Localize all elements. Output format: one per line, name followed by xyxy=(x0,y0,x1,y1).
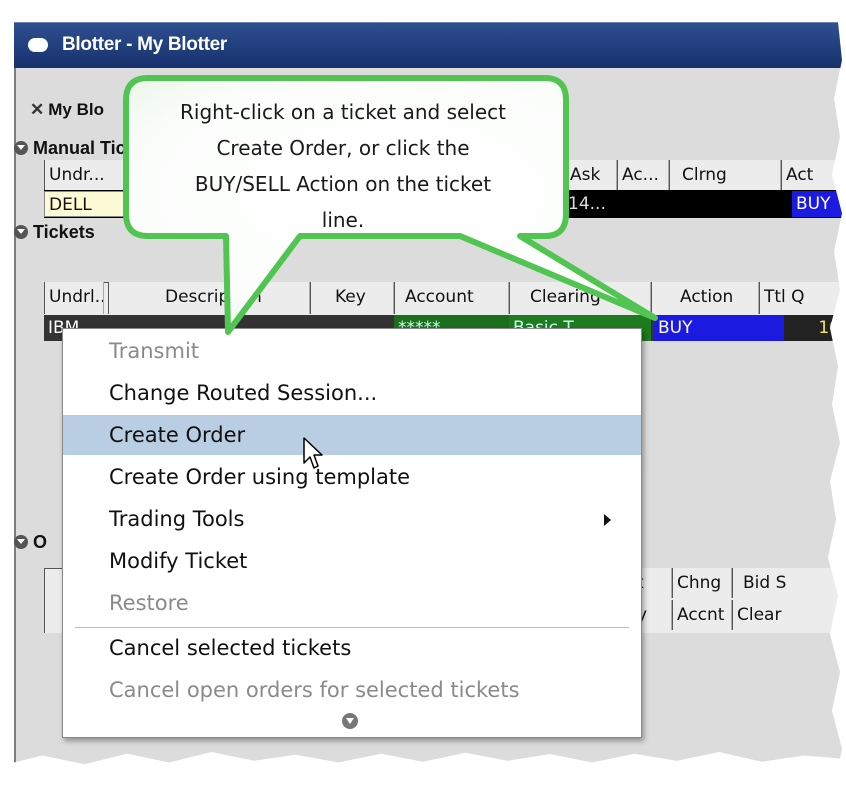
menu-item-transmit[interactable]: Transmit xyxy=(63,331,641,371)
col-header[interactable]: Bid S xyxy=(732,568,846,598)
callout-text: Right-click on a ticket and select Creat… xyxy=(128,94,558,238)
callout-line: BUY/SELL Action on the ticket xyxy=(194,172,492,196)
menu-item-cancel-open-orders[interactable]: Cancel open orders for selected tickets xyxy=(63,670,641,710)
col-header[interactable]: Undrl... xyxy=(44,282,104,314)
callout-line: Create Order, or click the xyxy=(216,136,470,160)
window-title: Blotter - My Blotter xyxy=(62,34,228,55)
col-header[interactable]: Ttl Q xyxy=(759,282,846,314)
col-header[interactable]: Undr... xyxy=(44,160,125,190)
col-header[interactable]: Clearing xyxy=(509,282,651,314)
menu-item-change-routed-session[interactable]: Change Routed Session... xyxy=(63,373,641,413)
col-header[interactable]: Action xyxy=(651,282,759,314)
collapse-icon[interactable] xyxy=(14,225,28,239)
callout-line: Right-click on a ticket and select xyxy=(180,100,506,124)
tab-label: My Blo xyxy=(48,100,104,119)
section-label: O xyxy=(33,532,48,552)
table-cell[interactable]: DELL xyxy=(44,191,124,217)
close-tab-icon[interactable]: ✕ xyxy=(30,100,44,119)
menu-item-modify-ticket[interactable]: Modify Ticket xyxy=(63,541,641,581)
section-label: Tickets xyxy=(33,222,95,242)
mouse-pointer-icon xyxy=(303,437,323,469)
screenshot: Blotter - My Blotter ✕ My Blo Manual Tick… xyxy=(0,0,846,787)
section-orders[interactable]: O xyxy=(14,532,47,556)
menu-item-create-order[interactable]: Create Order xyxy=(63,415,641,455)
app-icon xyxy=(28,38,48,52)
col-header[interactable]: Ask xyxy=(565,160,617,190)
window-titlebar[interactable]: Blotter - My Blotter xyxy=(14,22,846,69)
col-header[interactable]: Clrng xyxy=(669,160,781,190)
col-header[interactable]: Chng xyxy=(672,568,732,598)
table-cell[interactable]: 14... xyxy=(564,191,619,217)
collapse-icon[interactable] xyxy=(14,535,28,549)
col-header[interactable]: Account xyxy=(394,282,509,314)
menu-item-cancel-selected-tickets[interactable]: Cancel selected tickets xyxy=(63,628,641,668)
more-items-icon[interactable] xyxy=(342,713,358,729)
col-header[interactable]: Key xyxy=(310,282,394,314)
buy-action-cell[interactable]: BUY xyxy=(654,315,784,341)
col-header[interactable]: Description xyxy=(108,282,310,314)
tab-my-blotter[interactable]: ✕ My Blo xyxy=(30,100,104,126)
menu-item-restore[interactable]: Restore xyxy=(63,583,641,623)
menu-item-label: Trading Tools xyxy=(109,507,245,531)
left-margin xyxy=(0,22,14,787)
collapse-icon[interactable] xyxy=(14,141,28,155)
menu-item-trading-tools[interactable]: Trading Tools xyxy=(63,499,641,539)
context-menu: Transmit Change Routed Session... Create… xyxy=(62,328,642,738)
col-header[interactable]: Clear xyxy=(732,600,846,630)
col-header[interactable]: Accnt xyxy=(672,600,732,630)
col-header[interactable]: Ac... xyxy=(617,160,669,190)
torn-top-edge xyxy=(0,0,846,22)
section-tickets[interactable]: Tickets xyxy=(14,222,95,246)
menu-item-create-order-using-template[interactable]: Create Order using template xyxy=(63,457,641,497)
submenu-arrow-icon xyxy=(604,514,611,526)
callout-line: line. xyxy=(321,208,365,232)
